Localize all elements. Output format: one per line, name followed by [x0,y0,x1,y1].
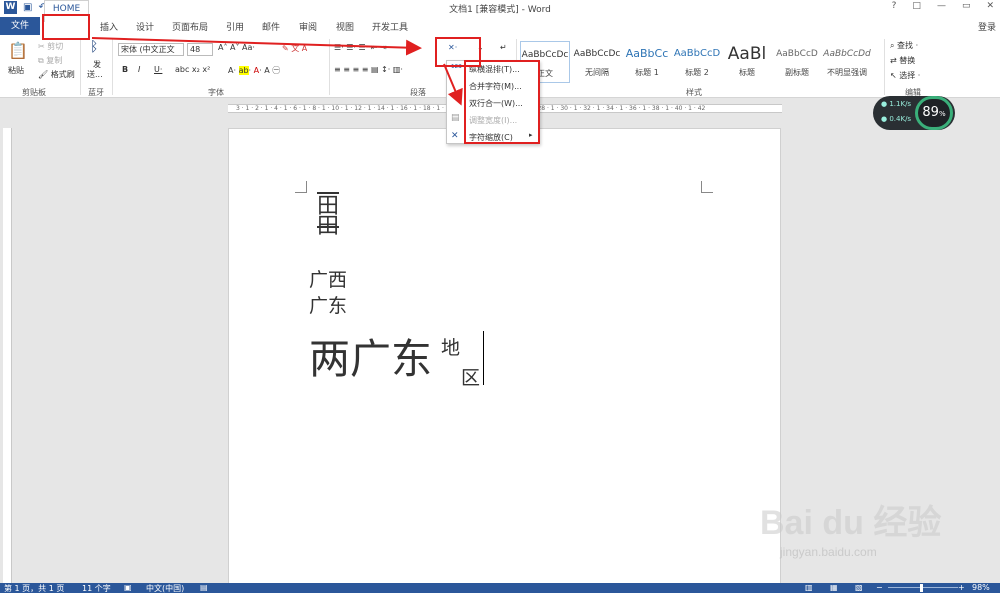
login-link[interactable]: 登录 [978,20,996,33]
text-cursor [483,331,484,385]
underline-button[interactable]: U· [154,65,162,74]
proofing-icon[interactable]: ▣ [124,583,132,592]
read-mode-icon[interactable]: ▥ [805,583,813,592]
two-lines-in-one-top: 地 [441,337,461,359]
baidu-watermark: Bai du 经验 jingyan.baidu.com [760,485,960,575]
font-name-select[interactable]: 宋体 (中文正文 [118,43,184,56]
font-size-select[interactable]: 48 [187,43,213,56]
cut-button[interactable]: ✂ 剪切 [38,41,63,52]
font-group-label: 字体 [208,88,224,97]
styles-group-label: 样式 [686,88,702,97]
memory-usage-circle[interactable]: 89% [915,96,953,130]
print-layout-icon[interactable]: ▦ [830,583,838,592]
upload-speed: ● 1.1K/s [881,100,912,108]
minimize-icon[interactable]: — [937,1,946,11]
adjust-width-icon: ▤ [451,113,460,123]
grow-font-icon[interactable]: A˄ A˅ Aa· [218,43,255,52]
watermark-brand: Bai du 经验 [760,504,942,542]
show-marks-icon[interactable]: ↵ [500,43,507,52]
bluetooth-icon[interactable]: ᛒ [90,39,98,55]
bluetooth-group-label: 蓝牙 [88,88,104,97]
highlight-home-tab [42,14,90,40]
tab-design[interactable]: 设计 [136,20,154,33]
style-subtle-emphasis[interactable]: AaBbCcDd 不明显强调 [822,41,872,83]
tab-references[interactable]: 引用 [226,20,244,33]
bold-button[interactable]: B [122,65,128,74]
bullets-icon[interactable]: ☰· ☰· ☰· ⇤ ⇥ [334,43,387,52]
style-subtitle[interactable]: AaBbCcD 副标题 [772,41,822,83]
text-guangdong: 广东 [309,295,348,317]
paste-button[interactable]: 粘贴 [8,65,24,76]
window-title: 文档1 [兼容模式] - Word [449,5,551,15]
status-word-count[interactable]: 11 个字 [82,583,111,593]
tab-file[interactable]: 文件 [0,17,40,35]
style-no-spacing[interactable]: AaBbCcDc 无间隔 [572,41,622,83]
paste-icon[interactable]: 📋 [8,41,28,60]
text-effects-icon[interactable]: A· ab· A· A ㊀ [228,65,280,76]
select-button[interactable]: ↖ 选择 · [890,70,920,81]
macro-icon[interactable]: ▤ [200,583,208,592]
bluetooth-send-label-2[interactable]: 送... [87,69,103,80]
close-icon[interactable]: ✕ [986,1,994,11]
divider [884,39,885,95]
tab-review[interactable]: 审阅 [299,20,317,33]
divider [329,39,330,95]
ribbon-tabs: 文件 插入 设计 页面布局 引用 邮件 审阅 视图 开发工具 登录 [0,17,1000,35]
document-page[interactable]: 田 田 广西 广东 两广东 地 区 [228,128,781,588]
title-bar: W ▣ ↶ ↻ 文档1 [兼容模式] - Word ? □ — ▭ ✕ [0,0,1000,17]
help-icon[interactable]: ? [892,1,897,11]
text-guangxi: 广西 [309,269,348,291]
download-speed: ● 0.4K/s [881,115,912,123]
main-text: 两广东 [309,335,432,383]
style-heading-1[interactable]: AaBbCc 标题 1 [622,41,672,83]
combined-char-bottom: 田 [317,214,340,239]
divider [112,39,113,95]
watermark-url: jingyan.baidu.com [780,545,877,559]
zoom-slider-thumb[interactable] [920,584,923,592]
align-left-icon[interactable]: ≡ ≡ ≡ ≡ ▤ ↕· ▥· [334,65,403,74]
zoom-in-icon[interactable]: + [958,583,965,592]
vertical-ruler[interactable] [3,128,12,583]
find-button[interactable]: ⌕ 查找 · [890,40,918,51]
tab-mailings[interactable]: 邮件 [262,20,280,33]
tab-view[interactable]: 视图 [336,20,354,33]
style-title[interactable]: AaBl 标题 [722,41,772,83]
tab-developer[interactable]: 开发工具 [372,20,408,33]
copy-button[interactable]: ⧉ 复制 [38,55,62,66]
clear-format-icon[interactable]: ✎ 文 A [282,43,307,54]
crop-mark [701,181,713,193]
paragraph-group-label: 段落 [410,88,426,97]
style-heading-2[interactable]: AaBbCcD 标题 2 [672,41,722,83]
two-lines-in-one-bottom: 区 [461,367,481,389]
status-page[interactable]: 第 1 页，共 1 页 [4,583,64,593]
combined-characters: 田 田 [317,196,340,239]
replace-button[interactable]: ⇄ 替换 [890,55,915,66]
clipboard-group-label: 剪贴板 [22,88,46,97]
ribbon-display-icon[interactable]: □ [912,1,921,11]
zoom-slider[interactable] [888,587,958,588]
window-controls: ? □ — ▭ ✕ [892,1,994,11]
character-scale-icon: ✕ [451,131,459,141]
strikethrough-button[interactable]: abc x₂ x² [175,65,210,74]
web-layout-icon[interactable]: ▧ [855,583,863,592]
crop-mark [295,181,307,193]
divider [80,39,81,95]
tab-insert[interactable]: 插入 [100,20,118,33]
tab-layout[interactable]: 页面布局 [172,20,208,33]
status-language[interactable]: 中文(中国) [146,583,184,593]
zoom-out-icon[interactable]: − [876,583,883,592]
italic-button[interactable]: I [138,65,140,74]
restore-icon[interactable]: ▭ [962,1,971,11]
highlight-menu-items [464,60,540,144]
zoom-level[interactable]: 98% [972,583,990,592]
format-painter-button[interactable]: 🖌 格式刷 [38,69,75,80]
status-bar: 第 1 页，共 1 页 11 个字 ▣ 中文(中国) ▤ ▥ ▦ ▧ − + 9… [0,583,1000,593]
